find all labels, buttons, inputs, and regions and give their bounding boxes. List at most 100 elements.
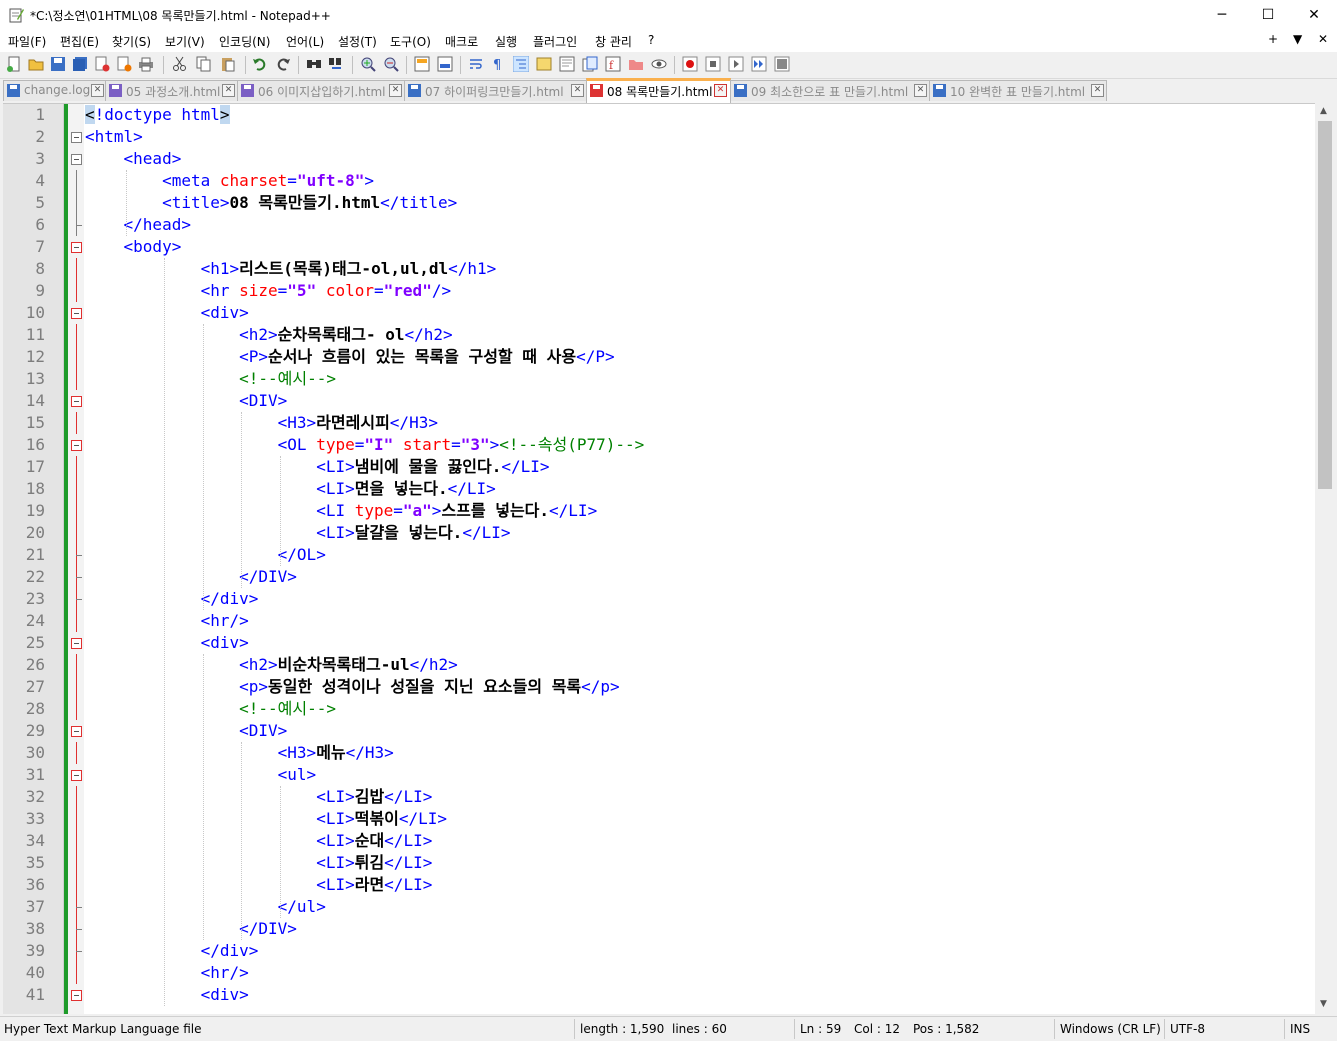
replace-icon[interactable] xyxy=(328,56,344,72)
fold-toggle-icon[interactable] xyxy=(71,638,82,649)
code-line[interactable]: <hr/> xyxy=(85,610,249,632)
code-line[interactable]: <LI>면을 넣는다.</LI> xyxy=(85,478,496,500)
code-line[interactable]: <div> xyxy=(85,984,249,1006)
udl-icon[interactable] xyxy=(536,56,552,72)
code-line[interactable]: <!--예시--> xyxy=(85,698,336,720)
close-all-icon[interactable] xyxy=(116,56,132,72)
menu-help[interactable]: ? xyxy=(648,33,654,47)
tab-07[interactable]: 07 하이퍼링크만들기.html ✕ xyxy=(404,80,587,101)
fold-toggle-icon[interactable] xyxy=(71,440,82,451)
tab-close-icon[interactable]: ✕ xyxy=(571,84,584,97)
code-line[interactable]: <DIV> xyxy=(85,720,287,742)
fold-toggle-icon[interactable] xyxy=(71,770,82,781)
tab-list-icon[interactable]: ▼ xyxy=(1293,32,1302,46)
tab-06[interactable]: 06 이미지삽입하기.html ✕ xyxy=(237,80,405,101)
print-icon[interactable] xyxy=(138,56,154,72)
code-line[interactable]: </DIV> xyxy=(85,918,297,940)
add-tab-icon[interactable]: + xyxy=(1268,32,1278,46)
doc-list-icon[interactable] xyxy=(582,56,598,72)
menu-tools[interactable]: 도구(O) xyxy=(390,33,431,50)
redo-icon[interactable] xyxy=(275,56,291,72)
menu-settings[interactable]: 설정(T) xyxy=(338,33,377,50)
tab-close-icon[interactable]: ✕ xyxy=(714,84,727,97)
code-line[interactable]: <h1>리스트(목록)태그-ol,ul,dl</h1> xyxy=(85,258,497,280)
close-file-icon[interactable] xyxy=(94,56,110,72)
code-line[interactable]: <meta charset="uft-8"> xyxy=(85,170,374,192)
scrollbar-thumb[interactable] xyxy=(1318,121,1332,489)
show-all-chars-icon[interactable]: ¶ xyxy=(490,56,506,72)
fold-toggle-icon[interactable] xyxy=(71,726,82,737)
code-line[interactable]: <LI>튀김</LI> xyxy=(85,852,432,874)
code-line[interactable]: </head> xyxy=(85,214,191,236)
record-macro-icon[interactable] xyxy=(682,56,698,72)
open-file-icon[interactable] xyxy=(28,56,44,72)
code-line[interactable]: <div> xyxy=(85,302,249,324)
code-line[interactable]: <head> xyxy=(85,148,182,170)
menu-macro[interactable]: 매크로 xyxy=(445,33,478,50)
tab-close-icon[interactable]: ✕ xyxy=(389,84,402,97)
code-line[interactable]: <p>동일한 성격이나 성질을 지닌 요소들의 목록</p> xyxy=(85,676,620,698)
code-line[interactable]: <LI type="a">스프를 넣는다.</LI> xyxy=(85,500,597,522)
code-line[interactable]: <LI>김밥</LI> xyxy=(85,786,432,808)
tab-05[interactable]: 05 과정소개.html ✕ xyxy=(105,80,238,101)
close-doc-icon[interactable]: ✕ xyxy=(1318,32,1328,46)
code-line[interactable]: <LI>라면</LI> xyxy=(85,874,432,896)
fold-toggle-icon[interactable] xyxy=(71,154,82,165)
code-line[interactable]: <LI>달걀을 넣는다.</LI> xyxy=(85,522,510,544)
menu-language[interactable]: 언어(L) xyxy=(286,33,324,50)
folder-workspace-icon[interactable] xyxy=(628,56,644,72)
code-line[interactable]: <hr size="5" color="red"/> xyxy=(85,280,452,302)
code-line[interactable]: <LI>순대</LI> xyxy=(85,830,432,852)
new-file-icon[interactable] xyxy=(6,56,22,72)
indent-guide-icon[interactable] xyxy=(513,56,529,72)
sync-vertical-icon[interactable] xyxy=(414,56,430,72)
code-line[interactable]: </div> xyxy=(85,940,259,962)
code-line[interactable]: <hr/> xyxy=(85,962,249,984)
code-line[interactable]: <div> xyxy=(85,632,249,654)
word-wrap-icon[interactable] xyxy=(468,56,484,72)
code-line[interactable]: <DIV> xyxy=(85,390,287,412)
fold-toggle-icon[interactable] xyxy=(71,396,82,407)
scroll-down-icon[interactable]: ▼ xyxy=(1320,999,1327,1009)
fold-toggle-icon[interactable] xyxy=(71,990,82,1001)
minimize-button[interactable]: ─ xyxy=(1199,0,1245,30)
menu-plugins[interactable]: 플러그인 xyxy=(533,33,577,50)
code-line[interactable]: <ul> xyxy=(85,764,317,786)
encoding-label[interactable]: UTF-8 xyxy=(1170,1022,1205,1036)
code-line[interactable]: <body> xyxy=(85,236,182,258)
sync-horizontal-icon[interactable] xyxy=(437,56,453,72)
menu-file[interactable]: 파일(F) xyxy=(8,33,46,50)
code-line[interactable]: <H3>메뉴</H3> xyxy=(85,742,394,764)
menu-window[interactable]: 창 관리 xyxy=(595,33,632,50)
save-macro-icon[interactable] xyxy=(774,56,790,72)
close-window-button[interactable]: ✕ xyxy=(1291,0,1337,30)
menu-run[interactable]: 실행 xyxy=(495,33,517,50)
tab-close-icon[interactable]: ✕ xyxy=(1091,84,1104,97)
code-line[interactable]: <h2>비순차목록태그-ul</h2> xyxy=(85,654,458,676)
code-line[interactable]: <H3>라면레시피</H3> xyxy=(85,412,438,434)
code-line[interactable]: <h2>순차목록태그- ol</h2> xyxy=(85,324,453,346)
menu-edit[interactable]: 편집(E) xyxy=(60,33,99,50)
fold-toggle-icon[interactable] xyxy=(71,242,82,253)
code-line[interactable]: <!doctype html> xyxy=(85,104,230,126)
insert-mode-label[interactable]: INS xyxy=(1290,1022,1310,1036)
monitoring-icon[interactable] xyxy=(651,56,667,72)
play-macro-icon[interactable] xyxy=(728,56,744,72)
code-line[interactable]: <!--예시--> xyxy=(85,368,336,390)
code-line[interactable]: </ul> xyxy=(85,896,326,918)
eol-format[interactable]: Windows (CR LF) xyxy=(1060,1022,1161,1036)
tab-10[interactable]: 10 완벽한 표 만들기.html ✕ xyxy=(929,80,1107,101)
fold-toggle-icon[interactable] xyxy=(71,132,82,143)
tab-08-active[interactable]: 08 목록만들기.html ✕ xyxy=(586,78,731,103)
tab-close-icon[interactable]: ✕ xyxy=(91,84,104,97)
cut-icon[interactable] xyxy=(172,56,188,72)
doc-map-icon[interactable] xyxy=(559,56,575,72)
copy-icon[interactable] xyxy=(196,56,212,72)
menu-search[interactable]: 찾기(S) xyxy=(112,33,151,50)
maximize-button[interactable]: ☐ xyxy=(1245,0,1291,30)
fold-toggle-icon[interactable] xyxy=(71,308,82,319)
code-line[interactable]: <LI>떡볶이</LI> xyxy=(85,808,447,830)
code-editor[interactable]: 1 <!doctype html> 2 <html> 3 <head> 4 <meta c… xyxy=(3,103,1315,1014)
find-icon[interactable] xyxy=(306,56,322,72)
menu-view[interactable]: 보기(V) xyxy=(165,33,205,50)
